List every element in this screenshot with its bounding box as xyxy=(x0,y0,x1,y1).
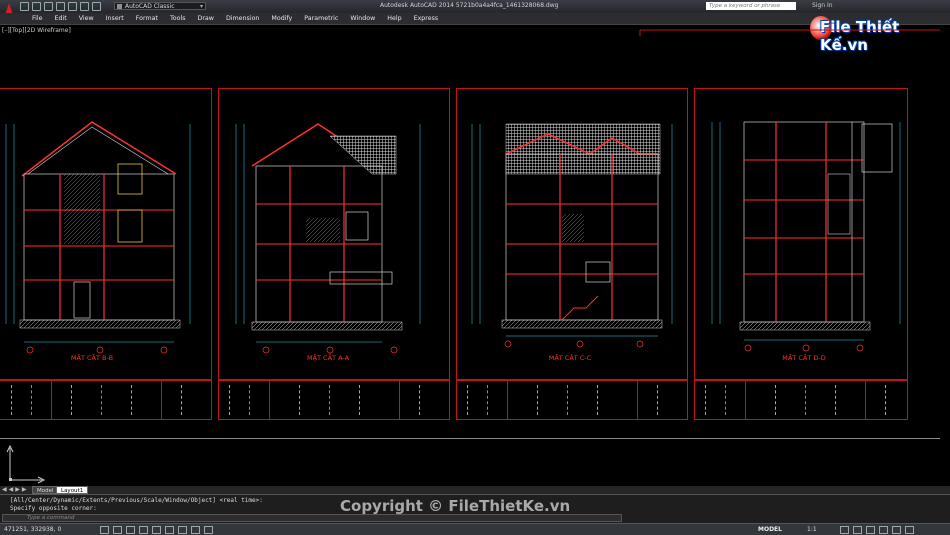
undo-icon[interactable] xyxy=(80,2,89,11)
layout-tabs-bar: ◀◀▶▶ Model Layout1 xyxy=(0,486,950,494)
workspace-dropdown[interactable]: AutoCAD Classic xyxy=(114,2,206,11)
menu-parametric[interactable]: Parametric xyxy=(298,14,344,23)
save-icon[interactable] xyxy=(44,2,53,11)
clean-screen-icon[interactable] xyxy=(905,526,914,534)
open-icon[interactable] xyxy=(32,2,41,11)
command-history-line-2: Specify opposite corner: xyxy=(10,505,97,512)
section-drawing-1 xyxy=(5,121,191,354)
window-title: Autodesk AutoCAD 2014 5721b0a4a4fca_1461… xyxy=(380,2,559,9)
lock-icon[interactable] xyxy=(866,526,875,534)
sign-in-button[interactable]: Sign In xyxy=(812,2,833,9)
title-block-2 xyxy=(218,380,450,420)
ucs-icon xyxy=(6,444,46,484)
title-block-1 xyxy=(0,380,212,420)
menu-insert[interactable]: Insert xyxy=(100,14,130,23)
menu-express[interactable]: Express xyxy=(408,14,445,23)
model-space-toggle[interactable]: MODEL xyxy=(758,526,782,533)
polar-icon[interactable] xyxy=(139,526,148,534)
section-drawing-4 xyxy=(711,121,901,352)
sheet-3-title: MẶT CẮT C-C xyxy=(548,354,592,362)
sheet-2-title: MẶT CẮT A-A xyxy=(306,354,350,362)
vertical-scrollbar[interactable] xyxy=(940,50,950,486)
tab-navigation-arrows[interactable]: ◀◀▶▶ xyxy=(2,486,28,494)
tab-model[interactable]: Model xyxy=(32,486,59,494)
menu-window[interactable]: Window xyxy=(344,14,381,23)
drawing-area[interactable]: MẶT CẮT B-B MẶT CẮT A-A MẶT CẮT C-C MẶT … xyxy=(0,24,940,486)
redo-icon[interactable] xyxy=(92,2,101,11)
coordinate-readout: 471251, 332938, 0 xyxy=(4,526,62,533)
ortho-icon[interactable] xyxy=(126,526,135,534)
status-bar: 471251, 332938, 0 MODEL 1:1 xyxy=(0,523,950,535)
search-input[interactable]: Type a keyword or phrase xyxy=(706,2,796,10)
title-bar: AutoCAD Classic Autodesk AutoCAD 2014 57… xyxy=(0,0,950,21)
sheet-1-title: MẶT CẮT B-B xyxy=(70,354,114,362)
annotation-visibility-icon[interactable] xyxy=(840,526,849,534)
otrack-icon[interactable] xyxy=(165,526,174,534)
workspace-switch-icon[interactable] xyxy=(853,526,862,534)
save-as-icon[interactable] xyxy=(56,2,65,11)
ducs-icon[interactable] xyxy=(178,526,187,534)
menu-dimension[interactable]: Dimension xyxy=(220,14,265,23)
menu-draw[interactable]: Draw xyxy=(191,14,219,23)
section-drawing-3 xyxy=(471,123,673,348)
menu-view[interactable]: View xyxy=(73,14,100,23)
copyright-watermark: Copyright © FileThietKe.vn xyxy=(340,497,571,515)
plot-icon[interactable] xyxy=(68,2,77,11)
menu-file[interactable]: File xyxy=(26,14,49,23)
menu-modify[interactable]: Modify xyxy=(265,14,298,23)
annotation-scale[interactable]: 1:1 xyxy=(807,526,817,533)
title-block-3 xyxy=(456,380,688,420)
grid-icon[interactable] xyxy=(113,526,122,534)
isolate-objects-icon[interactable] xyxy=(892,526,901,534)
new-icon[interactable] xyxy=(20,2,29,11)
command-history-line-1: [All/Center/Dynamic/Extents/Previous/Sca… xyxy=(10,497,263,504)
osnap-icon[interactable] xyxy=(152,526,161,534)
lineweight-icon[interactable] xyxy=(204,526,213,534)
drafting-toggles xyxy=(100,526,213,534)
title-block-4 xyxy=(694,380,908,420)
section-drawing-2 xyxy=(235,123,421,354)
quick-access-toolbar xyxy=(20,2,101,11)
tab-layout1[interactable]: Layout1 xyxy=(56,486,89,494)
hardware-acceleration-icon[interactable] xyxy=(879,526,888,534)
horizontal-guide-line xyxy=(0,438,940,439)
command-input[interactable]: Type a command xyxy=(2,514,622,522)
status-tray xyxy=(840,526,914,534)
menu-format[interactable]: Format xyxy=(130,14,164,23)
snap-icon[interactable] xyxy=(100,526,109,534)
menu-edit[interactable]: Edit xyxy=(49,14,73,23)
menu-tools[interactable]: Tools xyxy=(164,14,192,23)
dyn-icon[interactable] xyxy=(191,526,200,534)
menu-help[interactable]: Help xyxy=(381,14,407,23)
sheet-4-title: MẶT CẮT D-D xyxy=(782,354,826,362)
